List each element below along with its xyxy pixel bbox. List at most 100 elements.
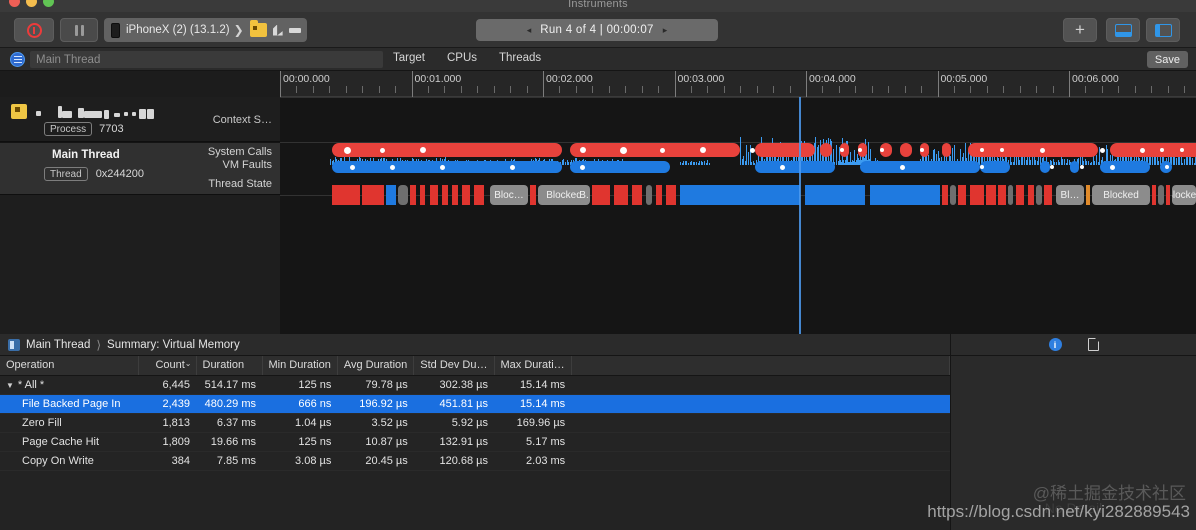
track-header-process[interactable]: Process 7703 Context S… <box>0 97 280 142</box>
document-icon[interactable] <box>1087 338 1099 351</box>
vm-faults-event-dot <box>510 164 515 170</box>
cell-operation: Page Cache Hit <box>0 432 138 452</box>
pause-button[interactable] <box>60 18 98 42</box>
cell-min-duration: 1.04 µs <box>262 413 338 433</box>
cell-count: 1,809 <box>138 432 196 452</box>
system-calls-event-dot <box>344 146 351 154</box>
thread-state-running-segment <box>1044 185 1052 205</box>
table-row[interactable]: Page Cache Hit 1,809 19.66 ms 125 ns 10.87 µ… <box>0 432 950 452</box>
iphone-icon <box>111 22 120 38</box>
vm-faults-event-dot <box>1165 165 1169 169</box>
thread-state-blocked-block: Blocked <box>1172 185 1196 205</box>
timeline-tracks[interactable]: Bloc…BlockedB.Bl…BlockedBlocked <box>280 97 1196 334</box>
column-header-min-duration[interactable]: Min Duration <box>262 356 338 376</box>
previous-run-icon[interactable]: ◂ <box>527 25 532 36</box>
thread-state-running-segment <box>1016 185 1024 205</box>
column-header-operation[interactable]: Operation <box>0 356 139 376</box>
cell-max-duration: 15.14 ms <box>494 375 572 395</box>
ruler-minor-tick <box>1019 86 1021 93</box>
timeline-ruler[interactable]: 00:00.000 00:01.000 00:02.000 00:03.000 00:0… <box>280 71 1196 97</box>
ruler-minor-tick <box>855 86 857 93</box>
jump-bar: Target CPUs Threads Save <box>0 48 1196 71</box>
track-header-thread[interactable]: Main Thread Thread 0x244200 System Calls… <box>0 142 280 195</box>
system-calls-event-dot <box>750 147 755 153</box>
watermark-url: https://blog.csdn.net/kyi282889543 <box>927 502 1190 521</box>
ruler-minor-tick <box>444 86 446 93</box>
ruler-minor-tick <box>904 86 906 93</box>
device-target-selector[interactable]: iPhoneX (2) (13.1.2) ❯ <box>104 18 307 42</box>
cell-max-duration: 2.03 ms <box>494 451 572 471</box>
column-header-count-label: Count <box>155 359 185 372</box>
next-run-icon[interactable]: ▸ <box>663 25 668 36</box>
lane-label-system-calls: System Calls <box>207 146 272 158</box>
table-row[interactable]: File Backed Page In 2,439 480.29 ms 666 ns 1… <box>0 394 950 414</box>
thread-state-gray-segment <box>1036 185 1042 205</box>
ruler-minor-tick <box>296 86 298 93</box>
cell-std-dev-duration: 132.91 µs <box>413 432 494 452</box>
cell-std-dev-duration: 120.68 µs <box>413 451 494 471</box>
system-calls-event-dot <box>858 148 862 152</box>
tab-target[interactable]: Target <box>393 52 425 64</box>
thread-state-running-segment <box>592 185 610 205</box>
summary-table[interactable]: Operation Count ⌄ Duration Min Duration … <box>0 356 951 471</box>
ruler-major-tick <box>411 71 413 97</box>
ruler-minor-tick <box>592 86 594 93</box>
thread-state-running-segment <box>530 185 536 205</box>
device-label: iPhoneX (2) (13.1.2) <box>126 24 230 36</box>
info-icon[interactable]: i <box>1048 338 1062 351</box>
run-navigator[interactable]: ◂ Run 4 of 4 | 00:00:07 ▸ <box>476 19 718 41</box>
column-header-duration[interactable]: Duration <box>196 356 263 376</box>
thread-state-running-segment <box>430 185 438 205</box>
breadcrumb-item-summary[interactable]: Summary: Virtual Memory <box>107 339 240 351</box>
toggle-detail-button[interactable] <box>1146 18 1180 42</box>
thread-state-running-segment <box>1152 185 1156 205</box>
vm-faults-event-dot <box>1080 165 1084 169</box>
tab-cpus[interactable]: CPUs <box>447 52 477 64</box>
filter-input[interactable] <box>30 51 383 68</box>
table-row[interactable]: Copy On Write 384 7.85 ms 3.08 µs 20.45 µs 12… <box>0 451 950 471</box>
breadcrumb-item-thread[interactable]: Main Thread <box>26 339 90 351</box>
thread-state-running-segment <box>970 185 984 205</box>
column-header-avg-duration[interactable]: Avg Duration <box>337 356 415 376</box>
vm-faults-event-dot <box>1050 165 1054 169</box>
detail-pane-toolbar: i <box>950 334 1196 356</box>
system-calls-capsule <box>332 143 562 157</box>
thread-address: 0x244200 <box>95 168 145 180</box>
ruler-minor-tick <box>756 86 758 93</box>
toggle-library-button[interactable] <box>1106 18 1140 42</box>
table-row[interactable]: Zero Fill 1,813 6.37 ms 1.04 µs 3.52 µs 5.92 … <box>0 413 950 433</box>
ruler-tick-label: 00:04.000 <box>809 73 856 85</box>
tab-threads[interactable]: Threads <box>499 52 541 64</box>
table-row[interactable]: ▼ * All * 6,445 514.17 ms 125 ns 79.78 µs 302.… <box>0 375 950 395</box>
ruler-minor-tick <box>345 86 347 93</box>
cell-count: 1,813 <box>138 413 196 433</box>
context-switch-spike <box>708 162 710 165</box>
thread-state-running-segment <box>614 185 628 205</box>
cell-max-duration: 5.17 ms <box>494 432 572 452</box>
thread-state-running-segment <box>474 185 484 205</box>
cell-operation: Copy On Write <box>0 451 138 471</box>
thread-state-running-segment <box>632 185 642 205</box>
ruler-minor-tick <box>773 86 775 93</box>
column-header-max-duration[interactable]: Max Durati… <box>494 356 572 376</box>
ruler-minor-tick <box>362 86 364 93</box>
ruler-minor-tick <box>427 86 429 93</box>
run-label: Run 4 of 4 | 00:00:07 <box>540 24 654 36</box>
ruler-major-tick <box>1069 71 1070 97</box>
add-instrument-button[interactable]: + <box>1063 18 1097 42</box>
system-calls-event-dot <box>840 148 844 152</box>
disclosure-triangle-icon[interactable]: ▼ <box>6 381 14 390</box>
record-button[interactable] <box>14 18 54 42</box>
ruler-minor-tick <box>1036 86 1038 93</box>
vm-faults-capsule <box>1100 161 1150 173</box>
thread-filter-icon[interactable] <box>10 52 25 67</box>
track-header-empty-area <box>0 195 280 334</box>
column-header-std-dev-duration[interactable]: Std Dev Du… <box>413 356 495 376</box>
column-header-count[interactable]: Count ⌄ <box>138 356 197 376</box>
ruler-minor-tick <box>460 86 462 93</box>
save-button[interactable]: Save <box>1146 51 1188 68</box>
vm-faults-capsule <box>570 161 670 173</box>
process-pid: 7703 <box>99 123 124 135</box>
thread-state-gray-segment <box>1158 185 1164 205</box>
lane-label-vm-faults: VM Faults <box>222 159 272 171</box>
